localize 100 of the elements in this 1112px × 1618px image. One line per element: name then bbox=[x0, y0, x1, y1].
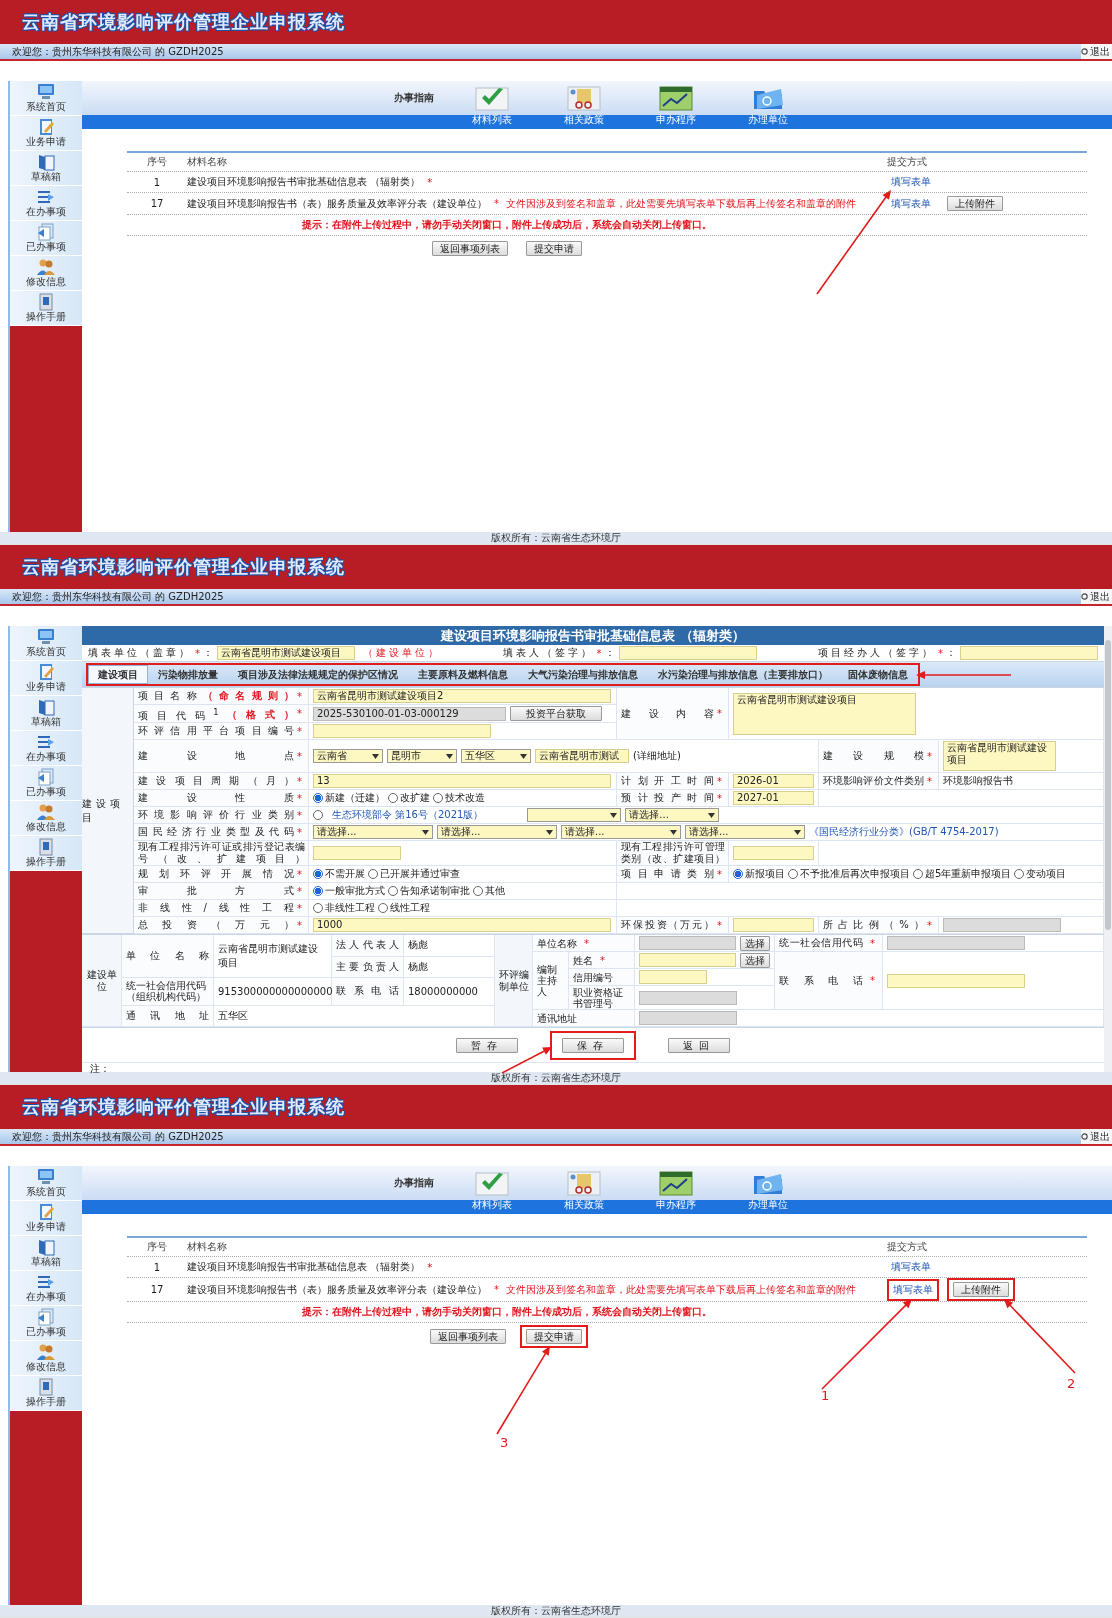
required-mark: * bbox=[297, 868, 302, 880]
text-field[interactable]: 云南省昆明市测试 bbox=[535, 749, 629, 763]
guide-item[interactable]: 材料列表 bbox=[446, 1166, 538, 1212]
sidebar-item[interactable]: 在办事项 bbox=[10, 1271, 82, 1306]
radio-button[interactable] bbox=[368, 869, 378, 879]
upload-button[interactable]: 上传附件 bbox=[947, 1278, 1015, 1301]
text-field[interactable]: 2026-01 bbox=[733, 774, 814, 788]
form-tab[interactable]: 大气污染治理与排放信息 bbox=[518, 665, 648, 684]
sidebar-item[interactable]: 修改信息 bbox=[10, 1341, 82, 1376]
text-field[interactable] bbox=[887, 973, 1025, 988]
text-field[interactable]: 云南省昆明市测试建设项目 bbox=[217, 646, 355, 660]
radio-button[interactable] bbox=[388, 886, 398, 896]
text-field[interactable]: 1000 bbox=[313, 918, 611, 932]
logout-link[interactable]: 退出 bbox=[1081, 589, 1112, 604]
form-tab[interactable]: 固体废物信息 bbox=[838, 665, 918, 684]
text-field[interactable] bbox=[639, 1011, 737, 1025]
action-button[interactable]: 保存 bbox=[550, 1031, 636, 1060]
text-field[interactable] bbox=[639, 953, 736, 967]
form-tab[interactable]: 建设项目 bbox=[88, 665, 148, 684]
radio-button[interactable] bbox=[313, 903, 323, 913]
radio-button[interactable] bbox=[733, 869, 743, 879]
action-button[interactable]: 提交申请 bbox=[520, 1325, 588, 1348]
sidebar-item[interactable]: 业务申请 bbox=[10, 116, 82, 151]
dropdown[interactable]: 请选择... bbox=[685, 825, 805, 839]
guide-item[interactable]: 办理单位 bbox=[722, 1166, 814, 1212]
text-field[interactable] bbox=[733, 918, 814, 932]
text-field[interactable] bbox=[313, 724, 491, 738]
guide-item[interactable]: 相关政策 bbox=[538, 1166, 630, 1212]
material-name: 建设项目环境影响报告书（表）服务质量及效率评分表（建设单位） bbox=[187, 1282, 487, 1297]
sidebar-item[interactable]: 业务申请 bbox=[10, 1201, 82, 1236]
sidebar-item[interactable]: 草稿箱 bbox=[10, 1236, 82, 1271]
guide-item[interactable]: 相关政策 bbox=[538, 81, 630, 127]
dropdown[interactable]: 请选择... bbox=[437, 825, 557, 839]
radio-button[interactable] bbox=[788, 869, 798, 879]
select-button[interactable]: 选择 bbox=[740, 952, 770, 968]
radio-button[interactable] bbox=[313, 793, 323, 803]
text-field[interactable] bbox=[639, 990, 737, 1005]
text-field[interactable] bbox=[639, 936, 736, 950]
scrollbar[interactable] bbox=[1104, 626, 1112, 1072]
dropdown[interactable]: 昆明市 bbox=[387, 749, 457, 763]
guide-item[interactable]: 申办程序 bbox=[630, 81, 722, 127]
fill-form-link[interactable]: 填写表单 bbox=[887, 1257, 935, 1277]
sidebar-item[interactable]: 已办事项 bbox=[10, 221, 82, 256]
text-field[interactable]: 2025-530100-01-03-000129 bbox=[313, 706, 506, 721]
radio-button[interactable] bbox=[433, 793, 443, 803]
form-tab[interactable]: 水污染治理与排放信息（主要排放口） bbox=[648, 665, 838, 684]
guide-item[interactable]: 申办程序 bbox=[630, 1166, 722, 1212]
text-field[interactable]: 2027-01 bbox=[733, 791, 814, 805]
text-field[interactable] bbox=[960, 646, 1098, 660]
radio-button[interactable] bbox=[313, 810, 323, 820]
regulation-link[interactable]: 《国民经济行业分类》(GB/T 4754-2017) bbox=[809, 825, 999, 839]
sidebar-item[interactable]: 系统首页 bbox=[10, 626, 82, 661]
radio-button[interactable] bbox=[378, 903, 388, 913]
radio-button[interactable] bbox=[1014, 869, 1025, 879]
regulation-link[interactable]: 生态环境部令 第16号（2021版） bbox=[332, 808, 484, 822]
dropdown[interactable]: 请选择... bbox=[561, 825, 681, 839]
document-icon bbox=[36, 223, 56, 241]
text-field[interactable] bbox=[618, 646, 757, 660]
dropdown[interactable]: 请选择... bbox=[313, 825, 433, 839]
guide-item[interactable]: 办理单位 bbox=[722, 81, 814, 127]
text-area[interactable]: 云南省昆明市测试建设项目 bbox=[733, 692, 916, 735]
dropdown[interactable]: 云南省 bbox=[313, 749, 383, 763]
sidebar-item[interactable]: 已办事项 bbox=[10, 766, 82, 801]
text-field[interactable] bbox=[639, 970, 707, 984]
sidebar-item[interactable]: 修改信息 bbox=[10, 256, 82, 291]
dropdown[interactable]: 请选择... bbox=[625, 808, 720, 822]
text-field[interactable]: 云南省昆明市测试建设项目2 bbox=[313, 689, 611, 703]
required-mark: * bbox=[927, 775, 932, 787]
radio-label: 新报项目 bbox=[745, 867, 785, 881]
people-icon bbox=[36, 803, 56, 821]
radio-button[interactable] bbox=[473, 886, 483, 896]
radio-button[interactable] bbox=[388, 793, 398, 803]
dropdown[interactable]: 五华区 bbox=[461, 749, 531, 763]
text-area[interactable]: 云南省昆明市测试建设项目 bbox=[943, 741, 1056, 771]
fill-form-link[interactable]: 填写表单 bbox=[887, 193, 935, 214]
text-field[interactable] bbox=[943, 918, 1061, 932]
form-tab[interactable]: 污染物排放量 bbox=[148, 665, 228, 684]
text-field[interactable] bbox=[313, 846, 401, 860]
field-value: 五华区 bbox=[218, 1008, 248, 1023]
radio-button[interactable] bbox=[313, 886, 323, 896]
select-button[interactable]: 选择 bbox=[740, 935, 770, 951]
fetch-button[interactable]: 投资平台获取 bbox=[510, 706, 602, 721]
guide-item[interactable]: 材料列表 bbox=[446, 81, 538, 127]
dropdown[interactable] bbox=[527, 808, 622, 822]
logout-link[interactable]: 退出 bbox=[1081, 1129, 1112, 1144]
text-field[interactable] bbox=[887, 936, 1025, 950]
form-tab[interactable]: 项目涉及法律法规规定的保护区情况 bbox=[228, 665, 408, 684]
sidebar-item[interactable]: 草稿箱 bbox=[10, 151, 82, 186]
text-field[interactable] bbox=[733, 846, 814, 860]
fill-form-link[interactable]: 填写表单 bbox=[887, 1278, 939, 1301]
logout-link[interactable]: 退出 bbox=[1081, 44, 1112, 59]
sidebar-item[interactable]: 在办事项 bbox=[10, 186, 82, 221]
radio-label: 已开展并通过审查 bbox=[380, 867, 460, 881]
text-field[interactable]: 13 bbox=[313, 774, 611, 788]
section-label: 环评编制单位 bbox=[497, 968, 530, 993]
form-tab[interactable]: 主要原料及燃料信息 bbox=[408, 665, 518, 684]
radio-button[interactable] bbox=[913, 869, 923, 879]
fill-form-link[interactable]: 填写表单 bbox=[887, 172, 935, 192]
sidebar-item[interactable]: 已办事项 bbox=[10, 1306, 82, 1341]
radio-button[interactable] bbox=[313, 869, 323, 879]
